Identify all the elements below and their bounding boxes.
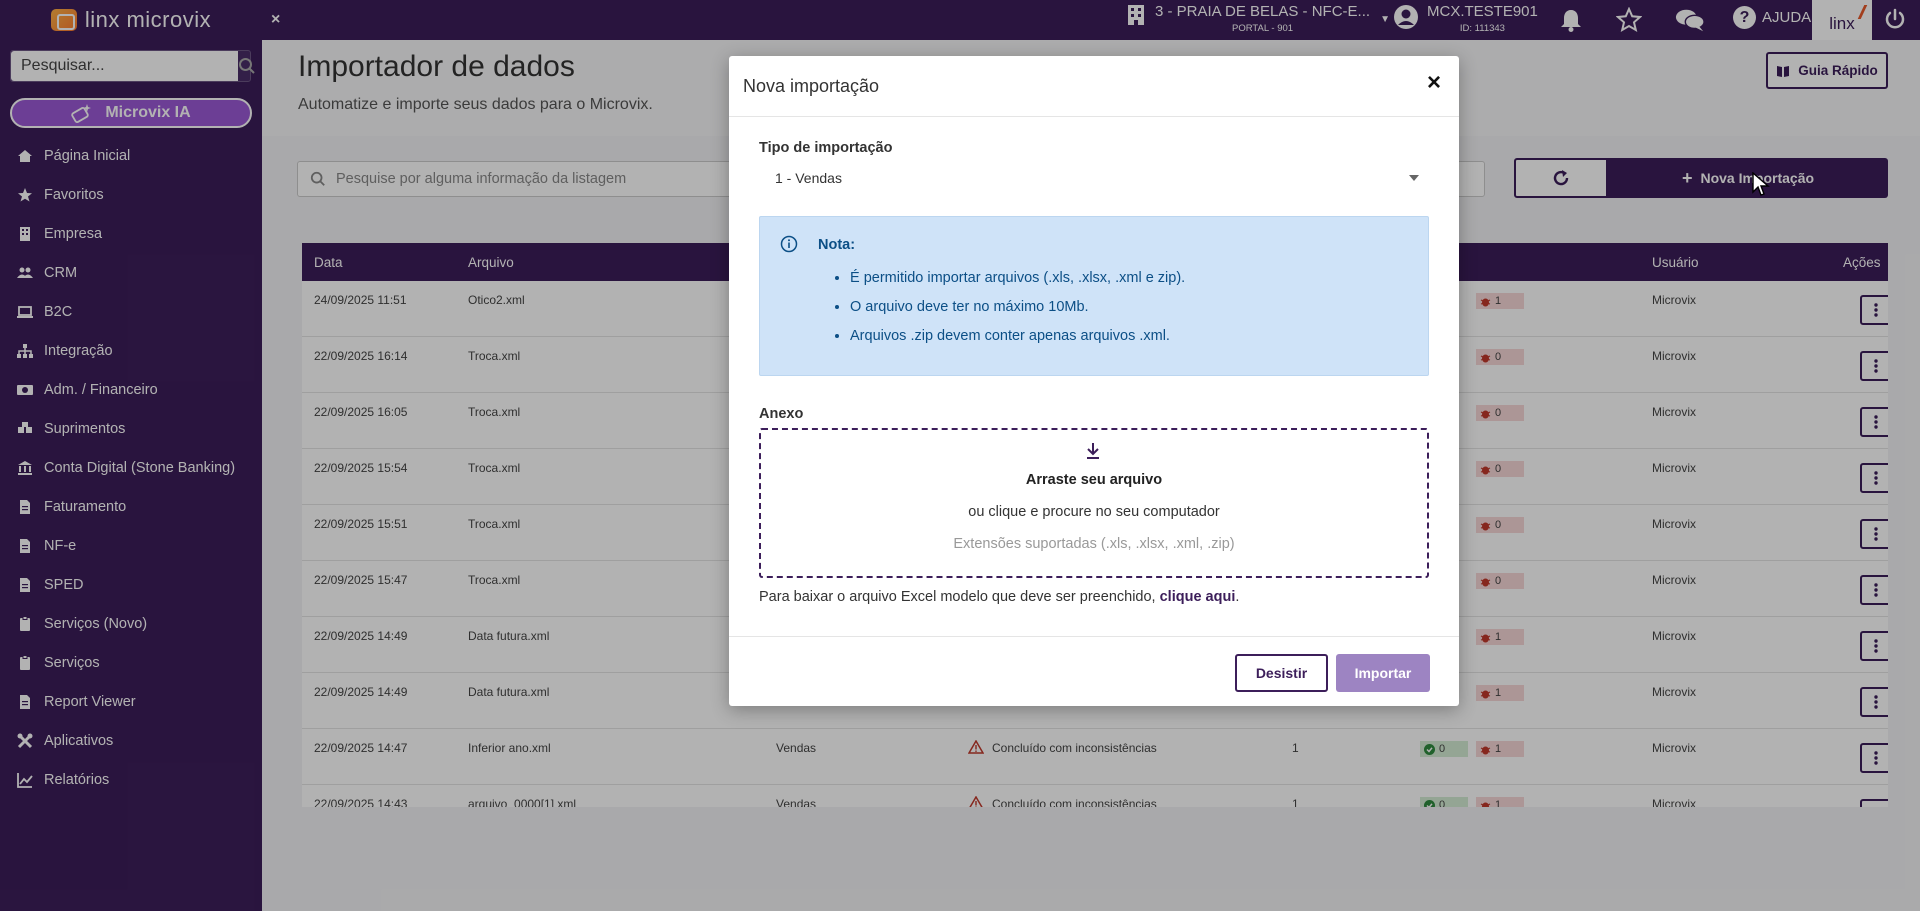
download-template-link[interactable]: clique aqui — [1160, 589, 1236, 605]
cancel-button[interactable]: Desistir — [1235, 654, 1328, 692]
import-type-value: 1 - Vendas — [775, 169, 842, 186]
new-import-dialog: Nova importação × Tipo de importação 1 -… — [729, 56, 1459, 706]
dropzone-subtitle: ou clique e procure no seu computador — [968, 504, 1220, 520]
dialog-title: Nova importação — [743, 76, 880, 96]
download-end: . — [1235, 589, 1240, 605]
caret-down-icon — [1409, 175, 1419, 181]
dropzone-title: Arraste seu arquivo — [1025, 472, 1163, 488]
dialog-footer: Desistir Importar — [729, 636, 1459, 706]
note-title: Nota: — [818, 237, 856, 253]
info-note: Nota: É permitido importar arquivos (.xl… — [759, 216, 1429, 376]
download-template-text: Para baixar o arquivo Excel modelo que d… — [759, 589, 1239, 605]
note-item: Arquivos .zip devem conter apenas arquiv… — [850, 325, 1185, 354]
note-item: É permitido importar arquivos (.xls, .xl… — [850, 267, 1185, 296]
download-arrow-icon — [1087, 443, 1099, 459]
info-icon — [780, 235, 798, 253]
download-text: Para baixar o arquivo Excel modelo que d… — [759, 589, 1156, 605]
close-icon[interactable]: × — [1427, 69, 1441, 97]
import-type-select[interactable]: 1 - Vendas — [759, 163, 1431, 193]
dropzone-extensions: Extensões suportadas (.xls, .xlsx, .xml,… — [953, 536, 1235, 552]
mouse-cursor-icon — [1752, 172, 1770, 196]
note-list: É permitido importar arquivos (.xls, .xl… — [850, 267, 1185, 354]
dialog-header: Nova importação × — [729, 56, 1459, 117]
file-dropzone[interactable]: Arraste seu arquivo ou clique e procure … — [759, 428, 1429, 578]
import-type-label: Tipo de importação — [759, 140, 893, 156]
note-item: O arquivo deve ter no máximo 10Mb. — [850, 296, 1185, 325]
import-button[interactable]: Importar — [1336, 654, 1430, 692]
attachment-label: Anexo — [759, 406, 804, 422]
